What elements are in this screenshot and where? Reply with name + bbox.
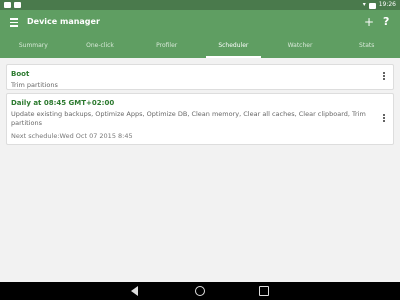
next-schedule-text: Next schedule:Wed Oct 07 2015 8:45 [11, 132, 133, 140]
tab-watcher[interactable]: Watcher [267, 34, 334, 58]
more-options-icon[interactable] [381, 71, 387, 83]
schedule-description: Update existing backups, Optimize Apps, … [11, 110, 366, 127]
notification-icon [14, 2, 21, 8]
recent-apps-icon[interactable] [259, 286, 269, 296]
tab-summary[interactable]: Summary [0, 34, 67, 58]
schedule-title: Boot [11, 70, 30, 78]
help-icon[interactable]: ? [383, 10, 389, 34]
tab-profiler[interactable]: Profiler [133, 34, 200, 58]
schedule-card-boot[interactable]: Boot Trim partitions [6, 64, 394, 90]
tab-bar: Summary One-click Profiler Scheduler Wat… [0, 34, 400, 58]
menu-icon[interactable] [10, 16, 22, 28]
scheduler-list: Boot Trim partitions Daily at 08:45 GMT+… [0, 58, 400, 282]
schedule-card-daily[interactable]: Daily at 08:45 GMT+02:00 Update existing… [6, 93, 394, 145]
more-options-icon[interactable] [381, 113, 387, 125]
wifi-icon: ▾ [362, 1, 366, 8]
status-time: 19:26 [378, 1, 396, 8]
schedule-title: Daily at 08:45 GMT+02:00 [11, 99, 115, 107]
tab-one-click[interactable]: One-click [67, 34, 134, 58]
tab-scheduler[interactable]: Scheduler [200, 34, 267, 58]
back-icon[interactable] [131, 286, 138, 296]
home-icon[interactable] [195, 286, 205, 296]
app-bar: Device manager + ? [0, 10, 400, 34]
battery-icon [368, 3, 376, 9]
schedule-description: Trim partitions [11, 81, 58, 89]
navigation-bar [0, 282, 400, 300]
tab-stats[interactable]: Stats [333, 34, 400, 58]
app-title: Device manager [27, 17, 100, 26]
notification-icon [4, 2, 11, 8]
add-icon[interactable]: + [364, 10, 374, 34]
status-bar: ▾ 19:26 [0, 0, 400, 10]
